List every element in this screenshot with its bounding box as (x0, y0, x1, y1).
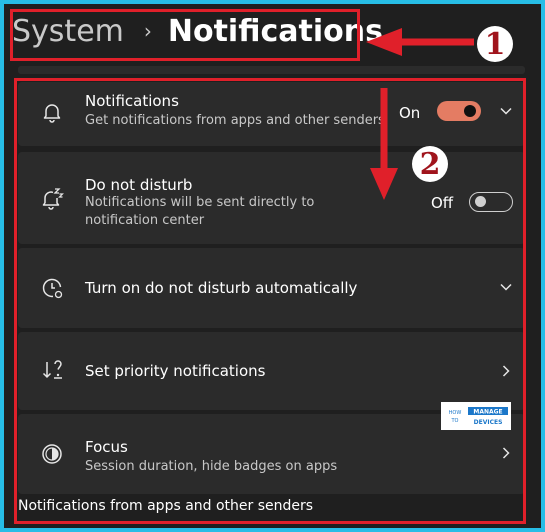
annotation-number-1: 1 (477, 26, 513, 62)
annotation-number-2: 2 (412, 146, 448, 182)
settings-page: System › Notifications Notifications Get… (4, 4, 541, 528)
annotation-arrows (366, 28, 474, 200)
